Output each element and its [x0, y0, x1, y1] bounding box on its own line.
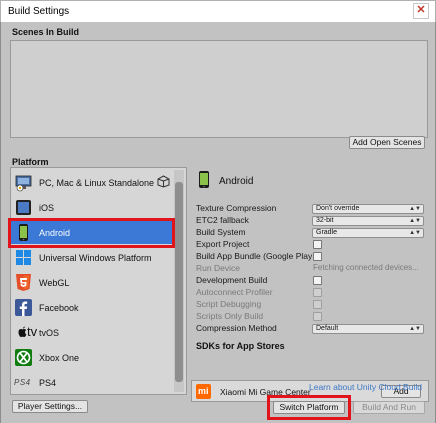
xiaomi-logo-text: mi — [198, 386, 209, 396]
build-system-label: Build System — [196, 227, 246, 237]
windows-icon — [14, 248, 33, 267]
ps4-icon: PS4 — [14, 373, 36, 392]
platform-label: PC, Mac & Linux Standalone — [39, 178, 155, 188]
platform-label: tvOS — [39, 328, 60, 338]
ios-icon — [14, 198, 33, 217]
pc-mac-linux-icon — [14, 173, 33, 192]
export-project-label: Export Project — [196, 239, 250, 249]
window-title: Build Settings — [8, 6, 70, 17]
dropdown-arrow-icon: ▲▼ — [409, 326, 421, 332]
unity-icon — [157, 175, 170, 190]
export-project-checkbox[interactable] — [313, 240, 322, 249]
platform-item-tvos[interactable]: tv tvOS — [11, 320, 174, 344]
platform-list-scroll-thumb[interactable] — [175, 182, 183, 382]
scripts-only-build-label: Scripts Only Build — [196, 311, 264, 321]
highlight-android — [8, 218, 175, 248]
development-build-checkbox[interactable] — [313, 276, 322, 285]
run-device-label: Run Device — [196, 263, 240, 273]
ps4-logo-text: PS4 — [14, 378, 31, 387]
platform-item-pc-mac-linux[interactable]: PC, Mac & Linux Standalone — [11, 170, 174, 194]
settings-android-icon — [197, 170, 211, 191]
texture-compression-dropdown[interactable]: Don't override ▲▼ — [312, 204, 424, 214]
tvos-tv-text: tv — [27, 324, 38, 339]
sdks-header: SDKs for App Stores — [196, 341, 285, 351]
platform-item-ps4[interactable]: PS4 PS4 — [11, 370, 174, 394]
dropdown-arrow-icon: ▲▼ — [409, 230, 421, 236]
build-and-run-button: Build And Run — [353, 401, 425, 414]
build-app-bundle-label: Build App Bundle (Google Play) — [196, 251, 312, 261]
dropdown-arrow-icon: ▲▼ — [409, 218, 421, 224]
build-system-dropdown[interactable]: Gradle ▲▼ — [312, 228, 424, 238]
compression-method-label: Compression Method — [196, 323, 277, 333]
xbox-icon — [14, 348, 33, 367]
build-app-bundle-checkbox[interactable] — [313, 252, 322, 261]
platform-list: PC, Mac & Linux Standalone iOS Android U… — [10, 167, 187, 395]
dropdown-arrow-icon: ▲▼ — [409, 206, 421, 212]
dropdown-value: Don't override — [316, 205, 360, 212]
platform-header: Platform — [12, 157, 49, 167]
platform-item-uwp[interactable]: Universal Windows Platform — [11, 245, 174, 269]
settings-platform-title: Android — [219, 176, 254, 187]
platform-item-webgl[interactable]: WebGL — [11, 270, 174, 294]
platform-label: Universal Windows Platform — [39, 253, 152, 263]
compression-method-dropdown[interactable]: Default ▲▼ — [312, 324, 424, 334]
etc2-fallback-label: ETC2 fallback — [196, 215, 249, 225]
texture-compression-label: Texture Compression — [196, 203, 277, 213]
dropdown-value: 32-bit — [316, 217, 334, 224]
script-debugging-checkbox — [313, 300, 322, 309]
scenes-in-build-header: Scenes In Build — [12, 27, 80, 37]
autoconnect-profiler-label: Autoconnect Profiler — [196, 287, 273, 297]
scripts-only-build-checkbox — [313, 312, 322, 321]
build-settings-window: Scenes In Build Add Open Scenes Platform… — [0, 22, 436, 423]
add-open-scenes-button[interactable]: Add Open Scenes — [349, 136, 425, 149]
dropdown-value: Gradle — [316, 229, 338, 236]
platform-item-xbox-one[interactable]: Xbox One — [11, 345, 174, 369]
player-settings-button[interactable]: Player Settings... — [12, 400, 88, 413]
xiaomi-icon: mi — [196, 384, 211, 399]
platform-label: Facebook — [39, 303, 79, 313]
platform-item-facebook[interactable]: Facebook — [11, 295, 174, 319]
run-device-value: Fetching connected devices... — [313, 263, 419, 272]
facebook-icon — [14, 298, 33, 317]
close-button[interactable]: ✕ — [413, 3, 429, 19]
platform-settings-panel: Android Texture Compression Don't overri… — [191, 167, 431, 397]
etc2-fallback-dropdown[interactable]: 32-bit ▲▼ — [312, 216, 424, 226]
development-build-label: Development Build — [196, 275, 268, 285]
script-debugging-label: Script Debugging — [196, 299, 262, 309]
html5-icon — [14, 273, 33, 292]
highlight-switch-platform — [267, 395, 351, 420]
platform-label: iOS — [39, 203, 55, 213]
platform-label: PS4 — [39, 378, 57, 388]
platform-item-ios[interactable]: iOS — [11, 195, 174, 219]
platform-label: Xbox One — [39, 353, 80, 363]
title-bar: Build Settings ✕ — [0, 0, 436, 22]
autoconnect-profiler-checkbox — [313, 288, 322, 297]
scenes-list[interactable] — [10, 40, 428, 138]
unity-cloud-build-link[interactable]: Learn about Unity Cloud Build — [309, 382, 422, 392]
platform-label: WebGL — [39, 278, 70, 288]
dropdown-value: Default — [316, 325, 339, 332]
